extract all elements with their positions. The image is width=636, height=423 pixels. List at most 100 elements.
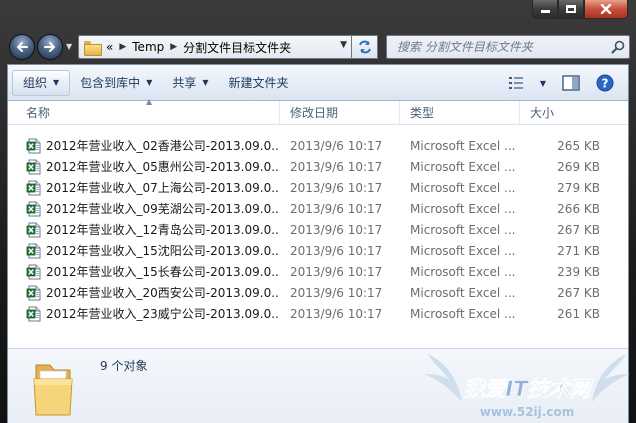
excel-file-icon xyxy=(26,159,41,174)
breadcrumb-overflow[interactable]: « xyxy=(106,40,113,54)
file-type: Microsoft Excel ... xyxy=(410,159,516,174)
file-date: 2013/9/6 10:17 xyxy=(290,285,383,300)
file-date: 2013/9/6 10:17 xyxy=(290,306,383,321)
excel-file-icon xyxy=(26,222,41,237)
refresh-button[interactable] xyxy=(352,35,378,59)
include-in-library-label: 包含到库中 xyxy=(80,76,141,90)
file-name: 2012年营业收入_12青岛公司-2013.09.0... xyxy=(46,223,280,237)
help-button[interactable]: ? xyxy=(592,70,618,96)
file-size: 265 KB xyxy=(557,138,600,153)
file-name: 2012年营业收入_15沈阳公司-2013.09.0... xyxy=(46,244,280,258)
file-date: 2013/9/6 10:17 xyxy=(290,159,383,174)
new-folder-button[interactable]: 新建文件夹 xyxy=(219,70,299,96)
command-bar: 组织 ▼ 包含到库中 ▼ 共享 ▼ 新建文件夹 ▼ ? xyxy=(8,65,628,101)
maximize-button[interactable] xyxy=(558,0,584,19)
column-header-name[interactable]: 名称 xyxy=(16,101,280,125)
file-name-cell[interactable]: 2012年营业收入_07上海公司-2013.09.0... xyxy=(26,179,280,196)
file-name-cell[interactable]: 2012年营业收入_23威宁公司-2013.09.0... xyxy=(26,305,280,322)
file-name: 2012年营业收入_23威宁公司-2013.09.0... xyxy=(46,307,280,321)
change-view-button[interactable] xyxy=(504,70,528,96)
include-in-library-button[interactable]: 包含到库中 ▼ xyxy=(70,70,162,96)
file-row[interactable]: 2012年营业收入_20西安公司-2013.09.0... 2013/9/6 1… xyxy=(16,282,620,303)
file-size: 266 KB xyxy=(557,201,600,216)
navigation-bar: ▼ « ▶ Temp ▶ 分割文件目标文件夹 ▼ xyxy=(0,28,636,64)
file-row[interactable]: 2012年营业收入_12青岛公司-2013.09.0... 2013/9/6 1… xyxy=(16,219,620,240)
organize-label: 组织 xyxy=(23,76,48,90)
excel-file-icon xyxy=(26,306,41,321)
minimize-icon xyxy=(540,10,550,13)
column-header-size[interactable]: 大小 xyxy=(520,101,610,125)
address-bar[interactable]: « ▶ Temp ▶ 分割文件目标文件夹 ▼ xyxy=(78,35,352,59)
view-controls: ▼ ? xyxy=(504,70,618,96)
forward-button[interactable] xyxy=(37,34,63,60)
file-row[interactable]: 2012年营业收入_09芜湖公司-2013.09.0... 2013/9/6 1… xyxy=(16,198,620,219)
file-row[interactable]: 2012年营业收入_05惠州公司-2013.09.0... 2013/9/6 1… xyxy=(16,156,620,177)
excel-file-icon xyxy=(26,180,41,195)
chevron-down-icon: ▼ xyxy=(53,78,60,87)
file-date: 2013/9/6 10:17 xyxy=(290,243,383,258)
file-name: 2012年营业收入_09芜湖公司-2013.09.0... xyxy=(46,202,280,216)
file-name-cell[interactable]: 2012年营业收入_15沈阳公司-2013.09.0... xyxy=(26,242,280,259)
file-name-cell[interactable]: 2012年营业收入_15长春公司-2013.09.0... xyxy=(26,263,280,280)
search-icon[interactable] xyxy=(607,36,629,58)
search-input[interactable] xyxy=(387,40,607,54)
file-name-cell[interactable]: 2012年营业收入_09芜湖公司-2013.09.0... xyxy=(26,200,280,217)
forward-arrow-icon xyxy=(44,42,55,52)
preview-pane-button[interactable] xyxy=(558,70,584,96)
chevron-down-icon: ▼ xyxy=(202,78,209,87)
file-type: Microsoft Excel ... xyxy=(410,201,516,216)
folder-icon xyxy=(33,364,73,416)
folder-icon xyxy=(84,40,102,56)
maximize-icon xyxy=(566,5,576,13)
column-header-date-modified[interactable]: 修改日期 xyxy=(280,101,400,125)
file-row[interactable]: 2012年营业收入_15长春公司-2013.09.0... 2013/9/6 1… xyxy=(16,261,620,282)
search-box[interactable] xyxy=(386,35,630,59)
file-row[interactable]: 2012年营业收入_02香港公司-2013.09.0... 2013/9/6 1… xyxy=(16,135,620,156)
column-header-type[interactable]: 类型 xyxy=(400,101,520,125)
organize-button[interactable]: 组织 ▼ xyxy=(12,69,71,96)
file-row[interactable]: 2012年营业收入_23威宁公司-2013.09.0... 2013/9/6 1… xyxy=(16,303,620,324)
file-name: 2012年营业收入_20西安公司-2013.09.0... xyxy=(46,286,280,300)
address-dropdown-icon[interactable]: ▼ xyxy=(340,40,347,50)
file-row[interactable]: 2012年营业收入_15沈阳公司-2013.09.0... 2013/9/6 1… xyxy=(16,240,620,261)
file-name-cell[interactable]: 2012年营业收入_05惠州公司-2013.09.0... xyxy=(26,158,280,175)
close-icon xyxy=(600,4,612,14)
details-pane: 9 个对象 xyxy=(8,348,628,423)
file-size: 267 KB xyxy=(557,222,600,237)
recent-pages-dropdown[interactable]: ▼ xyxy=(66,42,76,52)
breadcrumb-separator-icon: ▶ xyxy=(119,42,127,52)
svg-text:?: ? xyxy=(602,77,609,91)
file-date: 2013/9/6 10:17 xyxy=(290,138,383,153)
excel-file-icon xyxy=(26,264,41,279)
file-date: 2013/9/6 10:17 xyxy=(290,201,383,216)
file-size: 271 KB xyxy=(557,243,600,258)
close-button[interactable] xyxy=(584,0,628,19)
breadcrumb-temp[interactable]: Temp xyxy=(132,40,164,54)
file-size: 239 KB xyxy=(557,264,600,279)
breadcrumb-separator-icon[interactable]: ▶ xyxy=(170,42,177,52)
column-header-row: ▲ 名称 修改日期 类型 大小 xyxy=(8,97,628,125)
view-options-dropdown[interactable]: ▼ xyxy=(536,70,550,96)
file-size: 261 KB xyxy=(557,306,600,321)
new-folder-label: 新建文件夹 xyxy=(228,76,289,90)
details-view-icon xyxy=(508,77,523,89)
refresh-icon xyxy=(358,40,371,54)
share-label: 共享 xyxy=(172,76,197,90)
file-name: 2012年营业收入_02香港公司-2013.09.0... xyxy=(46,139,280,153)
file-date: 2013/9/6 10:17 xyxy=(290,264,383,279)
file-type: Microsoft Excel ... xyxy=(410,222,516,237)
back-button[interactable] xyxy=(9,34,35,60)
file-name: 2012年营业收入_05惠州公司-2013.09.0... xyxy=(46,160,280,174)
file-name-cell[interactable]: 2012年营业收入_12青岛公司-2013.09.0... xyxy=(26,221,280,238)
caption-buttons xyxy=(532,0,628,20)
excel-file-icon xyxy=(26,201,41,216)
file-type: Microsoft Excel ... xyxy=(410,285,516,300)
share-button[interactable]: 共享 ▼ xyxy=(162,70,218,96)
minimize-button[interactable] xyxy=(532,0,558,19)
breadcrumb-current-folder[interactable]: 分割文件目标文件夹 xyxy=(183,39,291,56)
excel-file-icon xyxy=(26,138,41,153)
file-row[interactable]: 2012年营业收入_07上海公司-2013.09.0... 2013/9/6 1… xyxy=(16,177,620,198)
item-count: 9 个对象 xyxy=(100,359,148,373)
file-name-cell[interactable]: 2012年营业收入_02香港公司-2013.09.0... xyxy=(26,137,280,154)
file-name-cell[interactable]: 2012年营业收入_20西安公司-2013.09.0... xyxy=(26,284,280,301)
